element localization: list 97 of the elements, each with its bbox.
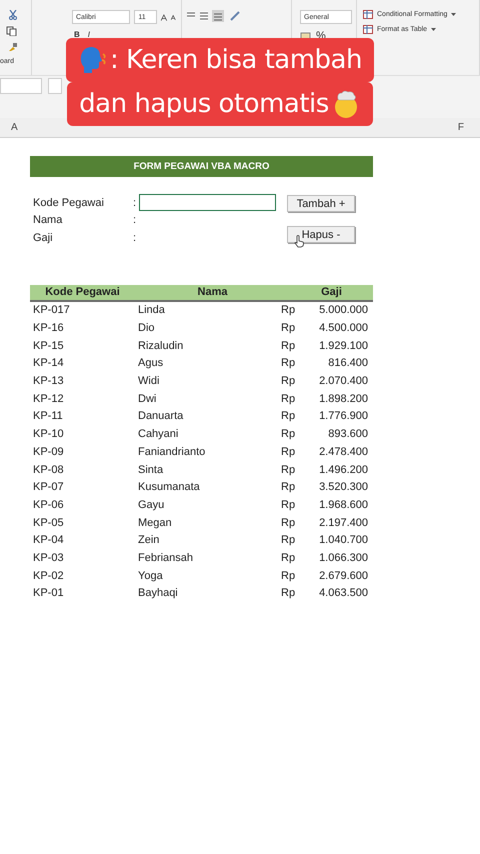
table-cell-text: Rp: [281, 322, 296, 334]
table-cell-text: Faniandrianto: [138, 446, 206, 458]
table-cell-text: Febriansah: [138, 552, 194, 564]
table-cell-text: 1.968.600: [318, 498, 368, 511]
copy-icon[interactable]: [6, 26, 18, 36]
table-cell-text: KP-09: [32, 446, 65, 458]
table-cell-text: KP-13: [32, 375, 65, 388]
caret-icon[interactable]: [431, 28, 436, 32]
table-cell-text: 4.063.500: [318, 587, 368, 600]
table-cell-text: Rp: [281, 410, 296, 422]
table-cell-text: Cahyani: [138, 428, 180, 440]
table-cell-text: 2.679.600: [318, 570, 368, 582]
bold-button[interactable]: B: [72, 30, 82, 39]
table-cell-text: Agus: [138, 357, 164, 370]
table-cell-text: Rp: [281, 534, 296, 546]
table-cell-text: KP-07: [32, 481, 65, 494]
macro-button[interactable]: Hapus -: [287, 226, 355, 243]
kode-input-field[interactable]: [139, 194, 276, 212]
table-cell-text: Rp: [281, 340, 296, 352]
table-cell-text: 2.070.400: [318, 375, 368, 388]
speaking-head-icon: [78, 45, 108, 75]
table-cell-text: KP-017: [32, 304, 71, 316]
table-cell-text: 1.898.200: [318, 392, 368, 405]
table-cell-text: Rp: [281, 498, 296, 511]
table-cell-text: Rp: [281, 357, 296, 370]
table-cell-text: 1.776.900: [318, 410, 368, 422]
table-cell-text: Bayhaqi: [138, 587, 179, 600]
table-cell-text: Yoga: [138, 570, 164, 582]
table-cell-text: Rp: [281, 570, 296, 582]
table-cell-text: KP-01: [32, 587, 65, 600]
column-heading: Kode Pegawai: [44, 286, 121, 298]
table-cell-text: KP-10: [32, 428, 65, 440]
table-cell-text: Sinta: [138, 464, 164, 476]
table-cell-text: 1.929.100: [318, 340, 368, 352]
table-cell-text: 5.000.000: [318, 304, 368, 316]
brush-icon[interactable]: [8, 42, 18, 52]
table-cell-text: Danuarta: [138, 410, 184, 422]
table-cell-text: Rp: [281, 481, 296, 494]
table-cell-text: Rp: [281, 304, 296, 316]
italic-button[interactable]: I: [86, 30, 92, 39]
field-label: Gaji: [32, 232, 54, 244]
table-cell-text: KP-11: [32, 410, 64, 422]
table-cell-text: KP-12: [32, 392, 65, 405]
table-cell-text: KP-08: [32, 464, 65, 476]
table-cell-text: KP-14: [32, 357, 65, 370]
shrink-font-icon[interactable]: [171, 13, 177, 21]
cut-icon[interactable]: [8, 10, 18, 20]
field-label: Kode Pegawai: [32, 196, 105, 209]
table-cell-text: Rp: [281, 446, 296, 458]
field-label: Nama: [32, 214, 64, 226]
table-cell-text: Rp: [281, 516, 296, 529]
table-cell-text: Rizaludin: [138, 340, 184, 352]
column-header[interactable]: F: [458, 122, 464, 133]
table-cell-text: Linda: [138, 304, 166, 316]
table-style-icon: [363, 10, 373, 19]
form-title: FORM PEGAWAI VBA MACRO: [30, 156, 373, 177]
table-cell-text: Megan: [138, 516, 173, 529]
table-cell-text: Rp: [281, 552, 296, 564]
table-cell-text: 2.197.400: [318, 516, 368, 529]
macro-button[interactable]: Tambah +: [287, 195, 355, 212]
field-separator: :: [133, 196, 138, 209]
field-separator: :: [133, 214, 138, 226]
table-cell-text: Rp: [281, 392, 296, 405]
caption-text: dan hapus otomatis: [79, 89, 329, 119]
table-cell-text: Dio: [138, 322, 156, 334]
table-cell-text: KP-04: [32, 534, 65, 546]
column-heading: Gaji: [320, 286, 343, 298]
caret-icon[interactable]: [451, 12, 456, 16]
table-cell-text: Widi: [138, 375, 160, 388]
table-cell-text: Rp: [281, 464, 296, 476]
table-cell-text: Rp: [281, 587, 296, 600]
table-cell-text: 893.600: [327, 428, 368, 440]
table-cell-text: 1.496.200: [318, 464, 368, 476]
table-cell-text: 1.066.300: [318, 552, 368, 564]
table-cell-text: Rp: [281, 375, 296, 388]
table-cell-text: Kusumanata: [138, 481, 201, 494]
table-cell-text: 816.400: [327, 357, 368, 370]
table-cell-text: KP-06: [32, 498, 65, 511]
grow-font-icon[interactable]: [160, 12, 168, 22]
field-separator: :: [133, 232, 138, 244]
table-cell-text: KP-16: [32, 322, 65, 334]
table-style-icon: [363, 25, 373, 34]
table-cell-text: Dwi: [138, 392, 158, 405]
table-cell-text: 3.520.300: [318, 481, 368, 494]
column-header[interactable]: A: [11, 122, 18, 133]
caption-text: : Keren bisa tambah: [110, 45, 362, 75]
table-cell-text: KP-15: [32, 340, 65, 352]
table-cell-text: 4.500.000: [318, 322, 368, 334]
table-cell-text: Gayu: [138, 498, 166, 511]
table-cell-text: 1.040.700: [318, 534, 368, 546]
table-cell-text: Rp: [281, 428, 296, 440]
table-cell-text: Zein: [138, 534, 160, 546]
table-cell-text: 2.478.400: [318, 446, 368, 458]
table-cell-text: KP-02: [32, 570, 65, 582]
column-heading: Nama: [196, 286, 228, 298]
table-cell-text: KP-03: [32, 552, 65, 564]
table-cell-text: KP-05: [32, 516, 65, 529]
